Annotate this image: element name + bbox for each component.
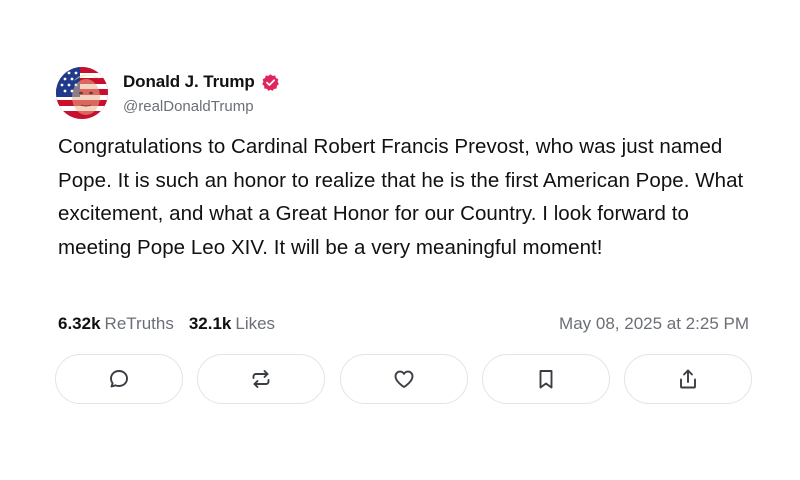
retruths-count[interactable]: 6.32k (58, 314, 101, 334)
post-card: Donald J. Trump @realDonaldTrump Congrat… (0, 0, 800, 480)
reply-button[interactable] (55, 354, 183, 404)
share-icon (680, 369, 696, 389)
post-timestamp[interactable]: May 08, 2025 at 2:25 PM (559, 313, 749, 335)
comment-icon (110, 370, 128, 388)
author-handle[interactable]: @realDonaldTrump (123, 98, 254, 115)
retruth-button[interactable] (197, 354, 326, 404)
post-stats: 6.32k ReTruths 32.1k Likes (58, 313, 275, 335)
bookmark-icon (539, 370, 553, 389)
likes-label[interactable]: Likes (235, 314, 275, 334)
avatar[interactable] (56, 67, 108, 119)
author-display-name[interactable]: Donald J. Trump (123, 72, 255, 92)
likes-count[interactable]: 32.1k (189, 314, 232, 334)
like-button[interactable] (339, 354, 468, 404)
verified-badge-icon (261, 73, 280, 92)
avatar-image (56, 67, 108, 119)
heart-icon (394, 370, 413, 388)
post-actions-bar (55, 354, 752, 406)
retruths-label[interactable]: ReTruths (105, 314, 174, 334)
author-name-row: Donald J. Trump (123, 70, 280, 94)
post-body-text: Congratulations to Cardinal Robert Franc… (58, 135, 744, 259)
repost-icon (252, 370, 270, 388)
share-button[interactable] (624, 354, 752, 404)
bookmark-button[interactable] (481, 354, 610, 404)
